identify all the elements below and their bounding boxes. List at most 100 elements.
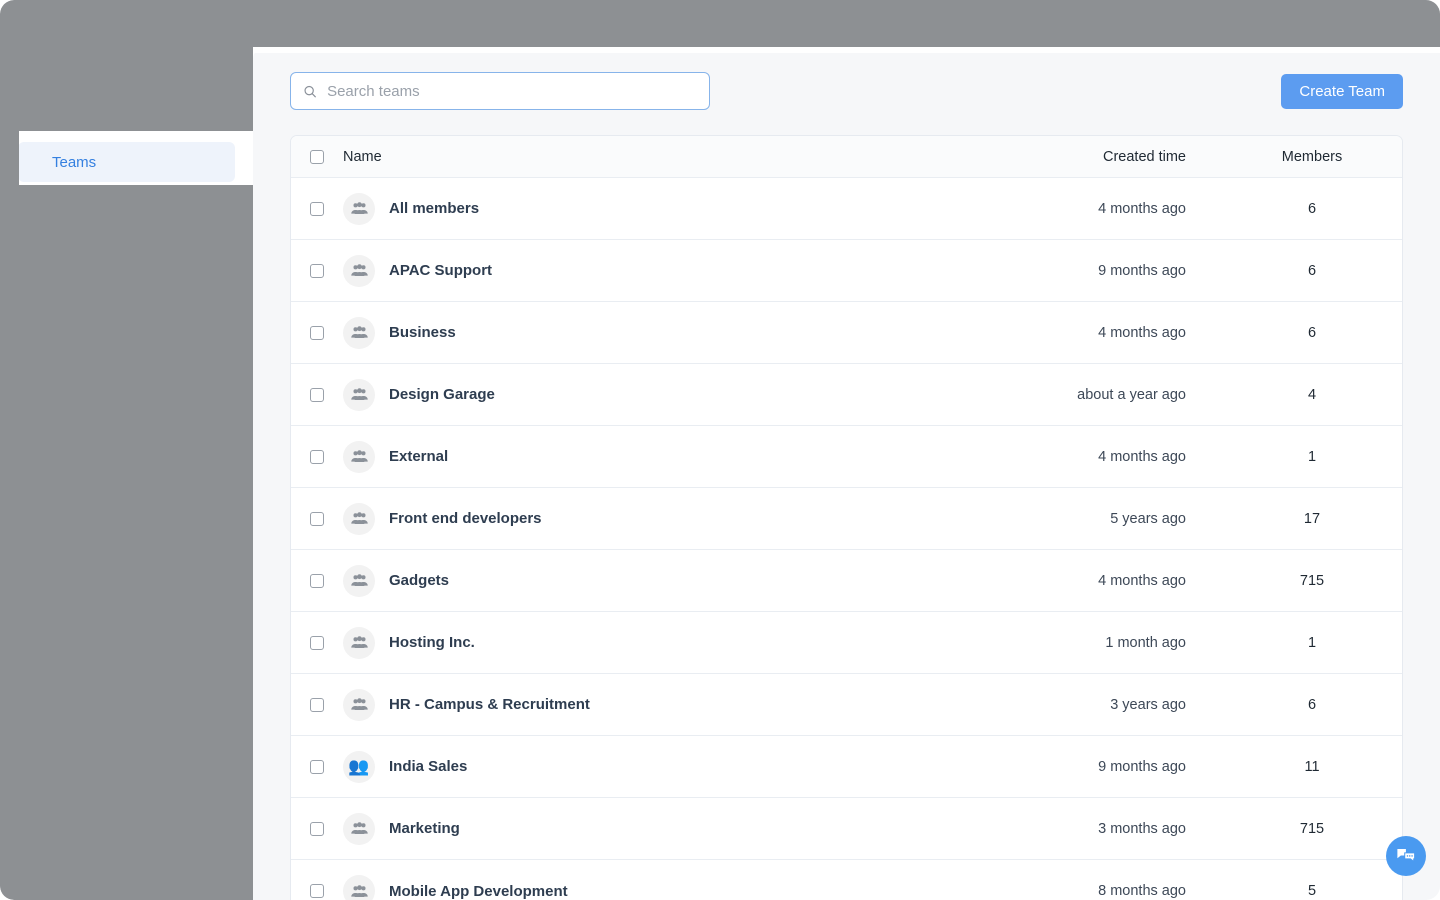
group-icon [343, 812, 375, 845]
sidebar-group-label: CUSTOMIZATION [24, 363, 134, 377]
row-select-cell[interactable] [291, 635, 343, 650]
sidebar-item-department[interactable]: Department [18, 182, 235, 222]
team-member-count: 11 [1304, 758, 1320, 775]
brand-logo[interactable]: Cliq [0, 15, 104, 42]
row-select-cell[interactable] [291, 511, 343, 526]
row-checkbox[interactable] [310, 511, 324, 526]
plus-icon[interactable]: + [219, 482, 229, 498]
minus-icon[interactable]: − [219, 78, 229, 94]
row-checkbox[interactable] [310, 635, 324, 650]
home-button[interactable] [121, 11, 151, 42]
team-name-cell[interactable]: APAC Support [343, 254, 922, 287]
sidebar-group-reports[interactable]: REPORTS + [0, 470, 253, 510]
row-select-cell[interactable] [291, 449, 343, 464]
team-name-cell[interactable]: Design Garage [343, 378, 922, 411]
table-row[interactable]: Front end developers 5 years ago 17 [291, 488, 1402, 550]
team-member-count: 715 [1299, 572, 1325, 589]
row-select-cell[interactable] [291, 884, 343, 898]
sidebar-group-users-profiles[interactable]: USERS & PROFILES − [0, 70, 253, 102]
group-icon [343, 688, 375, 721]
table-row[interactable]: Business 4 months ago 6 [291, 302, 1402, 364]
select-all-cell[interactable] [291, 149, 343, 164]
sidebar-group-integration[interactable]: INTEGRATION + [0, 390, 253, 430]
plus-icon[interactable]: + [219, 282, 229, 298]
team-name-cell[interactable]: Gadgets [343, 564, 922, 597]
team-name-cell[interactable]: Marketing [343, 812, 922, 845]
chat-fab-button[interactable] [1386, 836, 1426, 876]
table-row[interactable]: Gadgets 4 months ago 715 [291, 550, 1402, 612]
search-input[interactable] [327, 82, 697, 100]
team-name-cell[interactable]: Hosting Inc. [343, 626, 922, 659]
table-row[interactable]: Mobile App Development 8 months ago 5 [291, 860, 1402, 900]
group-icon [343, 564, 375, 597]
help-icon[interactable]: ? [1352, 14, 1376, 39]
team-name-cell[interactable]: Business [343, 316, 922, 349]
logo-dot [19, 24, 23, 29]
row-checkbox[interactable] [310, 449, 324, 464]
plus-icon[interactable]: + [219, 402, 229, 418]
team-name-cell[interactable]: External [343, 440, 922, 473]
sidebar-group-data-administration[interactable]: DATA ADMINISTRATION + [0, 430, 253, 470]
row-checkbox[interactable] [310, 697, 324, 712]
team-created-time: 8 months ago [1098, 883, 1186, 899]
row-select-cell[interactable] [291, 263, 343, 278]
row-select-cell[interactable] [291, 759, 343, 774]
row-checkbox[interactable] [310, 263, 324, 278]
table-row[interactable]: Marketing 3 months ago 715 [291, 798, 1402, 860]
table-row[interactable]: APAC Support 9 months ago 6 [291, 240, 1402, 302]
row-select-cell[interactable] [291, 573, 343, 588]
select-all-checkbox[interactable] [310, 149, 324, 164]
row-checkbox[interactable] [310, 821, 324, 836]
table-row[interactable]: Design Garage about a year ago 4 [291, 364, 1402, 426]
group-icon [343, 626, 375, 659]
create-team-button[interactable]: Create Team [1281, 73, 1403, 109]
table-row[interactable]: 👥 India Sales 9 months ago 11 [291, 736, 1402, 798]
sidebar-group-organization[interactable]: ORGANIZATION + [0, 270, 253, 310]
team-name-label: Design Garage [389, 386, 495, 403]
row-select-cell[interactable] [291, 821, 343, 836]
search-teams-box[interactable] [290, 72, 710, 110]
table-row[interactable]: External 4 months ago 1 [291, 426, 1402, 488]
help-label: ? [1360, 18, 1368, 35]
row-select-cell[interactable] [291, 201, 343, 216]
plus-icon[interactable]: + [219, 442, 229, 458]
column-header-members[interactable]: Members [1222, 149, 1402, 165]
sidebar-item-label: Department [52, 193, 131, 211]
sidebar-item-teams[interactable]: Teams [18, 142, 235, 182]
team-name-cell[interactable]: HR - Campus & Recruitment [343, 688, 922, 721]
column-header-name[interactable]: Name [343, 149, 922, 165]
team-name-cell[interactable]: Mobile App Development [343, 875, 922, 900]
breadcrumb-separator: > [271, 18, 281, 35]
row-checkbox[interactable] [310, 387, 324, 402]
row-checkbox[interactable] [310, 573, 324, 588]
row-select-cell[interactable] [291, 387, 343, 402]
row-checkbox[interactable] [310, 884, 324, 898]
team-name-cell[interactable]: Front end developers [343, 502, 922, 535]
breadcrumb-parent[interactable]: Admin Panel [164, 17, 260, 37]
team-created-time: 4 months ago [1098, 572, 1186, 589]
plus-icon[interactable]: + [219, 322, 229, 338]
row-checkbox[interactable] [310, 201, 324, 216]
team-created-time: 9 months ago [1098, 262, 1186, 279]
group-icon [343, 875, 375, 900]
sidebar-item-users[interactable]: Users [18, 102, 235, 142]
team-name-label: APAC Support [389, 262, 493, 279]
row-select-cell[interactable] [291, 697, 343, 712]
team-name-cell[interactable]: 👥 India Sales [343, 750, 922, 783]
column-header-created[interactable]: Created time [922, 149, 1222, 165]
avatar[interactable] [1392, 10, 1424, 43]
sidebar-group-customization[interactable]: CUSTOMIZATION + [0, 350, 253, 390]
sidebar-item-label: Teams [52, 153, 97, 171]
plus-icon[interactable]: + [219, 362, 229, 378]
table-row[interactable]: HR - Campus & Recruitment 3 years ago 6 [291, 674, 1402, 736]
sidebar-group-label: REPORTS [24, 483, 88, 497]
row-select-cell[interactable] [291, 325, 343, 340]
sidebar-group-permissions[interactable]: PERMISSIONS + [0, 310, 253, 350]
table-row[interactable]: Hosting Inc. 1 month ago 1 [291, 612, 1402, 674]
table-row[interactable]: All members 4 months ago 6 [291, 178, 1402, 240]
sidebar-item-designation[interactable]: Designation [18, 222, 235, 262]
row-checkbox[interactable] [310, 759, 324, 774]
team-name-cell[interactable]: All members [343, 192, 922, 225]
row-checkbox[interactable] [310, 325, 324, 340]
